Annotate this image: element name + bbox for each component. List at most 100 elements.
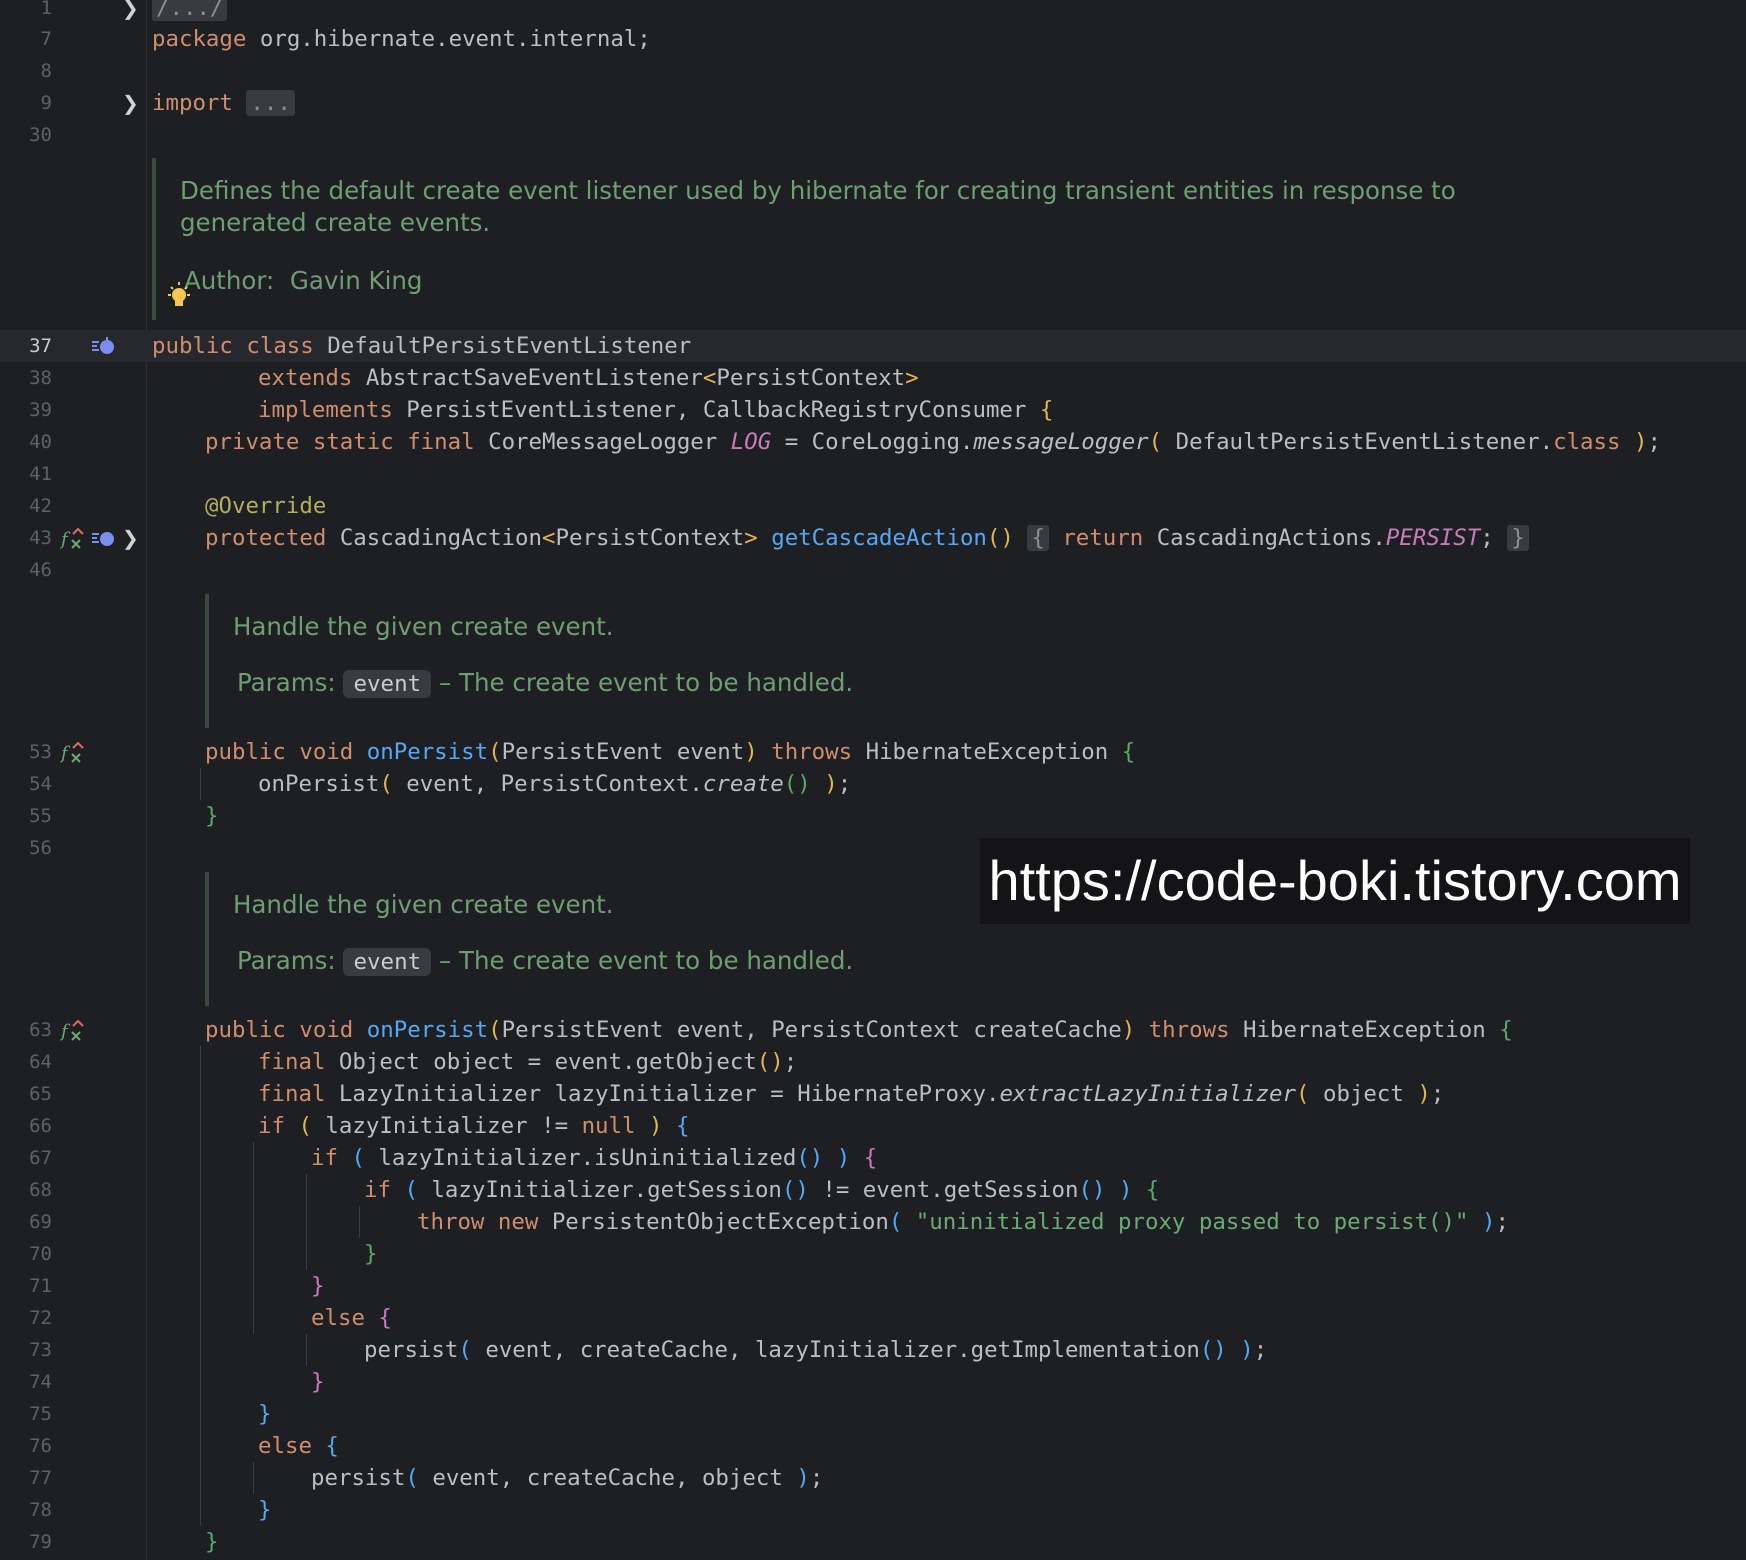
keyword: return [1062,525,1144,551]
folded-imports[interactable]: ... [246,90,295,116]
line-number: 46 [29,559,52,581]
param-name: event [343,670,432,698]
code-line[interactable]: else { [258,1430,339,1462]
line-number: 75 [29,1403,52,1425]
chevron-right-icon[interactable]: ❯ [122,0,139,24]
code-line[interactable]: } [364,1238,377,1270]
code-line[interactable]: public void onPersist(PersistEvent event… [205,736,1135,768]
condition: lazyInitializer.isUninitialized [378,1145,797,1171]
code-line[interactable]: throw new PersistentObjectException( "un… [417,1206,1509,1238]
code-line[interactable]: @Override [205,490,326,522]
method-name: getCascadeAction [771,525,987,551]
code-line[interactable]: /.../ [152,0,228,24]
override-method-icon[interactable]: f [60,1014,84,1046]
line-number: 77 [29,1467,52,1489]
chevron-right-icon[interactable]: ❯ [122,522,139,554]
indent-guide [200,1046,201,1526]
constant: PERSIST [1385,525,1481,551]
override-method-icon[interactable]: f [60,522,84,554]
indent-guide [306,1174,307,1270]
constant: LOG [730,429,772,455]
code-line[interactable]: final LazyInitializer lazyInitializer = … [258,1078,1444,1110]
svg-text:f: f [60,1021,71,1042]
exception-name: HibernateException [1243,1017,1486,1043]
indent-guide [253,1142,254,1334]
line-number: 67 [29,1147,52,1169]
condition: lazyInitializer.getSession [431,1177,782,1203]
line-number: 68 [29,1179,52,1201]
argument: DefaultPersistEventListener. [1175,429,1554,455]
code-line[interactable]: onPersist( event, PersistContext.create(… [258,768,851,800]
code-line[interactable]: extends AbstractSaveEventListener<Persis… [258,362,919,394]
code-line[interactable]: if ( lazyInitializer.getSession() != eve… [364,1174,1159,1206]
code-editor[interactable]: 1 7 8 9 30 37 38 39 40 41 42 43 46 53 54… [0,0,1746,1560]
keyword: public void [205,739,354,765]
keyword: package [152,26,247,52]
code-line[interactable]: else { [311,1302,392,1334]
exception-name: HibernateException [865,739,1109,765]
line-number: 76 [29,1435,52,1457]
watermark-url: https://code-boki.tistory.com [980,838,1690,924]
method-javadoc: Handle the given create event. Params: e… [205,872,909,1006]
code-line[interactable]: public class DefaultPersistEventListener [152,330,691,362]
code-line[interactable]: protected CascadingAction<PersistContext… [205,522,1529,554]
method-call: messageLogger [973,429,1149,455]
code-line[interactable]: } [258,1398,271,1430]
author-label: Author: [184,266,275,295]
parameters: PersistEvent event [501,739,745,765]
package-name: org.hibernate.event.internal; [259,26,651,52]
override-method-icon[interactable]: f [60,736,84,768]
line-number: 54 [29,773,52,795]
condition: lazyInitializer != [325,1113,582,1139]
indent-guide [200,768,201,800]
line-number: 64 [29,1051,52,1073]
keyword: class [1553,429,1621,455]
keyword: if [364,1177,391,1203]
line-number: 72 [29,1307,52,1329]
code-line[interactable]: final Object object = event.getObject(); [258,1046,797,1078]
doc-text: Defines the default create event listene… [180,176,1456,205]
code-line[interactable]: if ( lazyInitializer.isUninitialized() )… [311,1142,877,1174]
doc-params: Params: event – The create event to be h… [237,668,853,698]
code-line[interactable]: } [205,800,218,832]
line-number: 41 [29,463,52,485]
lightbulb-icon[interactable] [164,280,194,320]
keyword: throws [771,739,853,765]
code-line[interactable]: persist( event, createCache, object ); [311,1462,823,1494]
line-number: 7 [40,28,52,50]
code-line[interactable]: implements PersistEventListener, Callbac… [258,394,1053,426]
line-number: 8 [40,60,52,82]
svg-text:f: f [60,743,71,764]
implementations-icon[interactable] [90,522,116,554]
code-line[interactable]: } [258,1494,271,1526]
keyword: else [258,1433,312,1459]
method-name: onPersist [366,1017,489,1043]
keyword: throws [1148,1017,1230,1043]
code-line[interactable]: if ( lazyInitializer != null ) { [258,1110,689,1142]
code-line[interactable]: } [311,1366,324,1398]
generic-type: PersistContext [555,525,745,551]
code-line[interactable]: } [205,1526,218,1558]
code-line[interactable]: public void onPersist(PersistEvent event… [205,1014,1513,1046]
type-name: CascadingAction [339,525,543,551]
code-line[interactable]: private static final CoreMessageLogger L… [205,426,1661,458]
line-number: 70 [29,1243,52,1265]
line-number: 69 [29,1211,52,1233]
folded-region[interactable]: /.../ [152,0,228,21]
line-number: 42 [29,495,52,517]
code-line[interactable]: import ... [152,87,295,119]
class-javadoc: Defines the default create event listene… [152,158,1456,320]
arguments: event, PersistContext. [406,771,703,797]
line-number: 71 [29,1275,52,1297]
method-call: persist [364,1337,459,1363]
keyword: public void [205,1017,354,1043]
interfaces: PersistEventListener, CallbackRegistryCo… [406,397,1027,423]
chevron-right-icon[interactable]: ❯ [122,87,139,119]
code-line[interactable]: persist( event, createCache, lazyInitial… [364,1334,1267,1366]
line-number: 38 [29,367,52,389]
code-line[interactable]: } [311,1270,324,1302]
code-line[interactable]: package org.hibernate.event.internal; [152,23,651,55]
inheritors-icon[interactable] [90,330,116,362]
annotation: @Override [205,493,327,519]
doc-text: Handle the given create event. [233,612,614,641]
